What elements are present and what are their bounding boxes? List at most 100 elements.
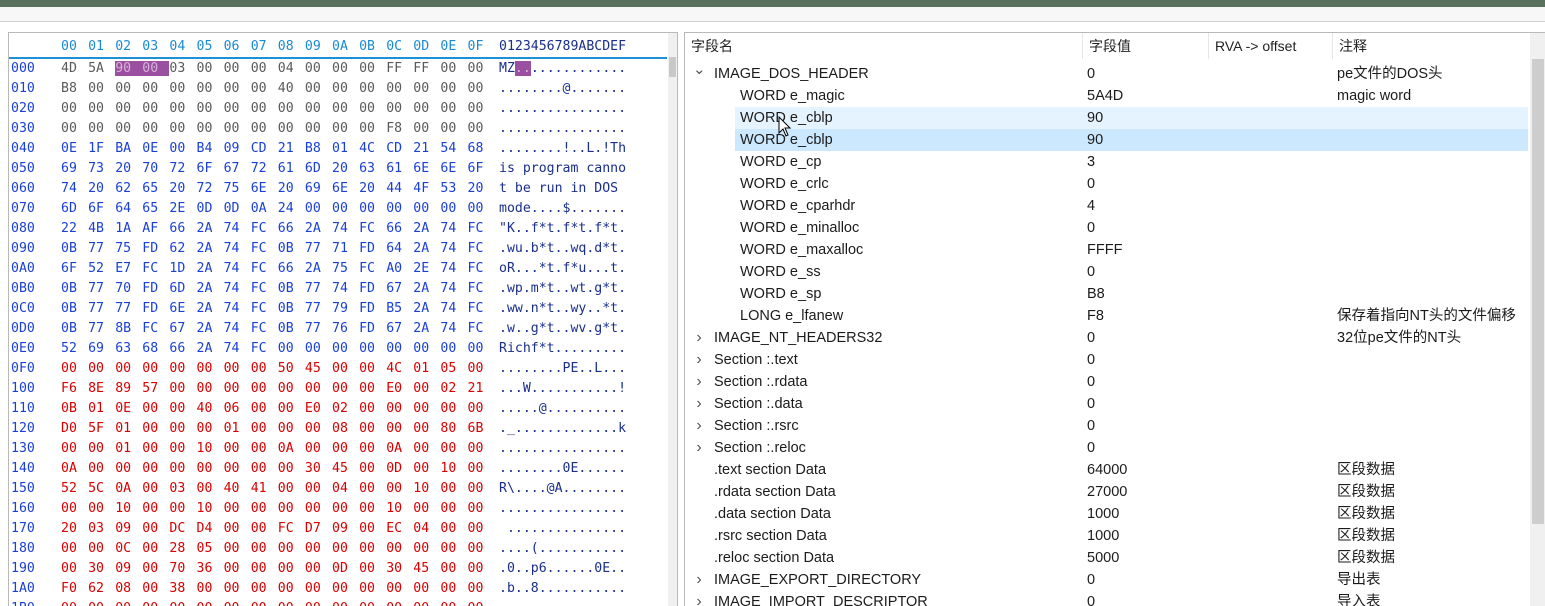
hex-byte[interactable]: 00 [142, 581, 169, 596]
hex-byte[interactable]: 00 [278, 601, 305, 606]
hex-row-ascii[interactable]: is program canno [499, 161, 626, 176]
hex-byte[interactable]: 00 [440, 601, 467, 606]
hex-byte[interactable]: 30 [88, 561, 115, 576]
hex-byte[interactable]: 20 [278, 181, 305, 196]
hex-byte[interactable]: 00 [440, 481, 467, 496]
hex-byte[interactable]: D0 [61, 421, 88, 436]
hex-byte[interactable]: 00 [278, 121, 305, 136]
hex-byte[interactable]: 00 [359, 521, 386, 536]
hex-byte[interactable]: 00 [359, 361, 386, 376]
hex-byte[interactable]: 5F [88, 421, 115, 436]
tree-row[interactable]: › Section :.rdata 0 [685, 371, 1528, 393]
tree-row[interactable]: ⌄ IMAGE_DOS_HEADER 0 pe文件的DOS头 [685, 61, 1528, 85]
hex-byte[interactable]: 00 [468, 521, 495, 536]
hex-byte[interactable]: FC [251, 261, 278, 276]
hex-byte[interactable]: 00 [386, 601, 413, 606]
hex-byte[interactable]: 09 [115, 521, 142, 536]
hex-row-ascii[interactable]: .wp.m*t..wt.g*t. [499, 281, 626, 296]
hex-byte[interactable]: 00 [468, 361, 495, 376]
hex-row-ascii[interactable]: ................ [499, 121, 626, 136]
hex-byte[interactable]: 28 [169, 541, 196, 556]
hex-byte[interactable]: 00 [251, 81, 278, 96]
hex-byte[interactable]: 30 [386, 561, 413, 576]
hex-byte[interactable]: 00 [468, 101, 495, 116]
hex-byte[interactable]: 66 [386, 221, 413, 236]
chevron-right-icon[interactable]: › [693, 327, 705, 349]
hex-byte[interactable]: BA [115, 141, 142, 156]
hex-byte[interactable]: 00 [88, 541, 115, 556]
hex-byte[interactable]: 72 [169, 161, 196, 176]
hex-byte[interactable]: 08 [115, 581, 142, 596]
hex-byte[interactable]: FC [251, 241, 278, 256]
hex-byte[interactable]: 00 [88, 461, 115, 476]
hex-byte[interactable]: E0 [386, 381, 413, 396]
hex-byte[interactable]: 00 [386, 481, 413, 496]
hex-row[interactable]: 130 00 00 01 00 00 10 00 00 0A 00 00 00 0A 00 00 00.....… [9, 439, 667, 459]
hex-byte[interactable]: 00 [332, 601, 359, 606]
hex-byte[interactable]: 77 [305, 281, 332, 296]
hex-byte[interactable]: 00 [332, 381, 359, 396]
hex-byte[interactable]: 41 [251, 481, 278, 496]
hex-byte[interactable]: 00 [305, 441, 332, 456]
hex-byte[interactable]: 0A [115, 481, 142, 496]
hex-byte[interactable]: 2A [305, 221, 332, 236]
hex-byte[interactable]: 77 [305, 241, 332, 256]
hex-byte[interactable]: 74 [440, 221, 467, 236]
hex-byte[interactable]: 6E [440, 161, 467, 176]
hex-byte[interactable]: 00 [115, 601, 142, 606]
hex-byte[interactable]: 0B [278, 321, 305, 336]
hex-byte[interactable]: 00 [224, 81, 251, 96]
hex-byte[interactable]: 00 [468, 61, 495, 76]
hex-byte[interactable]: 00 [142, 421, 169, 436]
hex-row[interactable]: 120 D0 5F 01 00 00 00 01 00 00 00 08 00 00 00 80 6B ._...… [9, 419, 667, 439]
hex-row[interactable]: 180 00 00 0C 00 28 05 00 00 00 00 00 00 00 00 00 00 ....(… [9, 539, 667, 559]
hex-byte[interactable]: 00 [332, 501, 359, 516]
hex-byte[interactable]: 74 [224, 301, 251, 316]
hex-byte[interactable]: 00 [224, 461, 251, 476]
hex-byte[interactable]: 00 [413, 81, 440, 96]
hex-byte[interactable]: 00 [61, 101, 88, 116]
hex-byte[interactable]: 72 [197, 181, 224, 196]
hex-byte[interactable]: 00 [468, 481, 495, 496]
hex-byte[interactable]: 2A [197, 241, 224, 256]
hex-byte[interactable]: 00 [224, 561, 251, 576]
hex-byte[interactable]: 0B [61, 321, 88, 336]
hex-byte[interactable]: FC [468, 321, 495, 336]
hex-byte[interactable]: 90 [115, 61, 143, 76]
hex-byte[interactable]: 09 [332, 521, 359, 536]
hex-byte[interactable]: 21 [413, 141, 440, 156]
hex-byte[interactable]: 65 [142, 201, 169, 216]
hex-row-ascii[interactable]: "K..f*t.f*t.f*t. [499, 221, 626, 236]
hex-row[interactable]: 090 0B 77 75 FD 62 2A 74 FC 0B 77 71 FD 64 2A 74 FC .wu.b… [9, 239, 667, 259]
hex-byte[interactable]: 00 [61, 541, 88, 556]
chevron-right-icon[interactable]: › [693, 349, 705, 371]
hex-byte[interactable]: 2A [413, 241, 440, 256]
hex-byte[interactable]: FD [359, 301, 386, 316]
hex-byte[interactable]: 00 [359, 601, 386, 606]
hex-byte[interactable]: 01 [224, 421, 251, 436]
hex-byte[interactable]: 77 [305, 301, 332, 316]
hex-byte[interactable]: 00 [224, 121, 251, 136]
hex-byte[interactable]: 2A [197, 281, 224, 296]
hex-byte[interactable]: 20 [169, 181, 196, 196]
hex-byte[interactable]: F8 [386, 121, 413, 136]
hex-byte[interactable]: 73 [88, 161, 115, 176]
hex-byte[interactable]: 00 [88, 501, 115, 516]
hex-byte[interactable]: 75 [115, 241, 142, 256]
hex-byte[interactable]: 0D [386, 461, 413, 476]
hex-byte[interactable]: FC [251, 301, 278, 316]
hex-byte[interactable]: 00 [278, 421, 305, 436]
hex-scroll-thumb[interactable] [669, 57, 676, 77]
hex-byte[interactable]: 00 [305, 121, 332, 136]
tree-row[interactable]: LONG e_lfanew F8 保存着指向NT头的文件偏移 [735, 305, 1528, 327]
hex-byte[interactable]: 24 [278, 201, 305, 216]
hex-byte[interactable]: 2A [197, 341, 224, 356]
hex-byte[interactable]: D4 [197, 521, 224, 536]
hex-byte[interactable]: 00 [332, 61, 359, 76]
hex-byte[interactable]: 00 [142, 541, 169, 556]
hex-byte[interactable]: 68 [468, 141, 495, 156]
hex-byte[interactable]: 0B [278, 241, 305, 256]
hex-row-ascii[interactable]: ................ [499, 501, 626, 516]
column-header-field-name[interactable]: 字段名 [685, 33, 1083, 59]
hex-byte[interactable]: B8 [61, 81, 88, 96]
